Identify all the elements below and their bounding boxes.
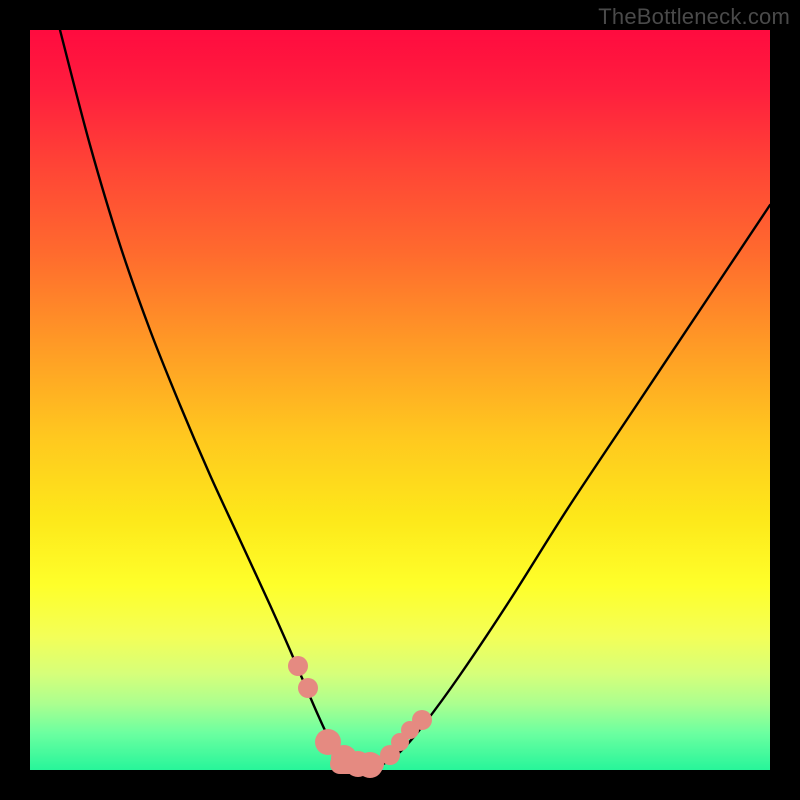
chart-svg	[30, 30, 770, 770]
curve-marker-dot	[298, 678, 318, 698]
curve-marker-pill	[330, 754, 384, 774]
chart-plot-area	[30, 30, 770, 770]
curve-marker-dot	[288, 656, 308, 676]
curve-markers	[288, 656, 432, 778]
bottleneck-curve	[60, 30, 770, 766]
watermark-text: TheBottleneck.com	[598, 4, 790, 30]
curve-marker-dot	[412, 710, 432, 730]
chart-outer-frame: TheBottleneck.com	[0, 0, 800, 800]
